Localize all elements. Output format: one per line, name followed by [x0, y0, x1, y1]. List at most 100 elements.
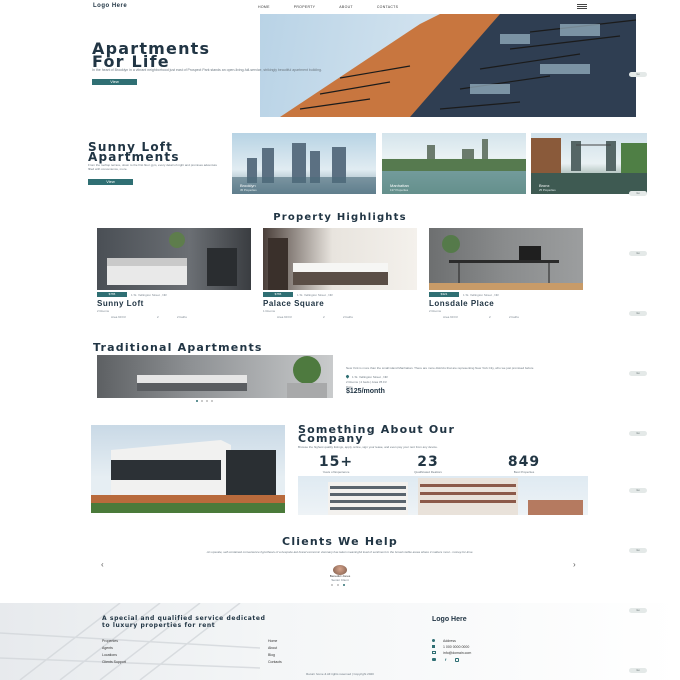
side-indicator[interactable]: Go — [629, 72, 647, 77]
side-indicator[interactable]: Go — [629, 668, 647, 673]
traditional-address: 1 St. Vellington Street , NR — [352, 375, 388, 379]
side-indicator[interactable]: Go — [629, 431, 647, 436]
instagram-icon[interactable] — [455, 657, 460, 662]
stat-realtors: 23 Qualificated Realtors — [398, 454, 458, 474]
company-building-image — [298, 476, 588, 515]
property-address: 1 St. Vellington Street , NR — [297, 293, 333, 297]
stat-label: Qualificated Realtors — [414, 470, 442, 474]
site-header: Logo Here HOME PROPERTY ABOUT CONTACTS — [0, 0, 680, 12]
about-title: Something About Our Company — [298, 424, 455, 444]
stat-number: 15+ — [318, 454, 354, 470]
side-indicator[interactable]: Go — [629, 311, 647, 316]
city-card-manhattan[interactable]: Manhattan 137 Properties — [382, 133, 526, 194]
side-indicator[interactable]: Go — [629, 488, 647, 493]
footer-link-home[interactable]: Home — [268, 638, 282, 645]
client-quote: An upscale, self-contained convenience h… — [206, 550, 474, 554]
location-icon — [345, 374, 350, 379]
prev-arrow-icon[interactable]: ‹ — [101, 560, 104, 569]
stat-experience: 15+ Years of Experience — [306, 454, 366, 474]
stat-label: Years of Experience — [322, 470, 350, 474]
city-card-brooklyn[interactable]: Brooklyn 45 Properties — [232, 133, 376, 194]
hero-text: In the heart of Brooklyn in a vibrant ne… — [92, 68, 322, 72]
menu-icon[interactable] — [577, 4, 587, 9]
footer-links-col2: Home About Blog Contacts — [268, 638, 282, 666]
property-baths: 2 baths — [177, 315, 187, 319]
company-image — [91, 425, 285, 513]
client-role: Senior Client — [331, 578, 349, 582]
property-name: Sunny Loft — [97, 299, 144, 308]
property-baths: 2 baths — [509, 315, 519, 319]
sunny-title: Sunny Loft Apartments — [88, 141, 180, 163]
footer-link-properties[interactable]: Properties — [102, 638, 126, 645]
footer-link-contacts[interactable]: Contacts — [268, 659, 282, 666]
next-arrow-icon[interactable]: › — [573, 560, 576, 569]
property-card[interactable]: $765 1 St. Vellington Street , NR Sunny … — [97, 228, 251, 320]
stat-number: 849 — [507, 454, 541, 470]
property-beds: 2 — [323, 315, 325, 319]
copyright: Return home & All rights reserved | Copy… — [306, 672, 374, 676]
main-nav: HOME PROPERTY ABOUT CONTACTS — [258, 5, 422, 9]
footer-contacts: Address 1 000 0000 0000 info@domain.com — [432, 638, 471, 656]
nav-home[interactable]: HOME — [258, 5, 270, 9]
city-count: 137 Properties — [390, 188, 409, 192]
price-badge: $765 — [263, 292, 293, 297]
property-card[interactable]: $321 1 St. Vellington Street , NR Lonsda… — [429, 228, 583, 320]
stat-number: 23 — [417, 454, 439, 470]
price-badge: $765 — [97, 292, 127, 297]
property-area: Area 90 Ft² — [277, 315, 293, 319]
footer-link-about[interactable]: About — [268, 645, 282, 652]
property-name: Palace Square — [263, 299, 325, 308]
facebook-icon[interactable]: f — [445, 657, 446, 662]
property-address: 1 St. Vellington Street , NR — [463, 293, 499, 297]
traditional-title: Traditional Apartments — [93, 341, 263, 354]
clients-title: Clients We Help — [282, 535, 398, 548]
property-name: Lonsdale Place — [429, 299, 495, 308]
footer-tagline-line2: to luxury properties for rent — [102, 622, 216, 629]
property-image — [263, 228, 417, 290]
traditional-dots[interactable] — [196, 400, 213, 402]
social-icons: f — [432, 657, 460, 662]
footer-link-blog[interactable]: Blog — [268, 652, 282, 659]
property-beds: 2 — [489, 315, 491, 319]
property-area: Area 90 Ft² — [443, 315, 459, 319]
side-indicator[interactable]: Go — [629, 191, 647, 196]
city-card-bronx[interactable]: Bronx 25 Properties — [531, 133, 647, 194]
city-count: 25 Properties — [539, 188, 556, 192]
clients-dots[interactable] — [331, 584, 345, 586]
property-baths: 2 baths — [343, 315, 353, 319]
phone-icon — [432, 645, 435, 648]
property-rooms: 1 Rooms — [263, 309, 276, 313]
property-rooms: 2 Rooms — [429, 309, 442, 313]
footer: A special and qualified service dedicate… — [0, 603, 680, 680]
side-indicator[interactable]: Go — [629, 548, 647, 553]
twitter-icon[interactable] — [432, 658, 436, 661]
side-indicator[interactable]: Go — [629, 251, 647, 256]
stat-label: Best Properties — [513, 470, 535, 474]
footer-email[interactable]: info@domain.com — [432, 650, 471, 656]
property-image — [429, 228, 583, 290]
side-indicator[interactable]: Go — [629, 371, 647, 376]
footer-link-agents[interactable]: Agents — [102, 645, 126, 652]
mail-icon — [432, 651, 436, 654]
traditional-text: New York is more than the small island M… — [346, 366, 534, 370]
stat-properties: 849 Best Properties — [494, 454, 554, 474]
footer-link-locations[interactable]: Locations — [102, 652, 126, 659]
footer-link-support[interactable]: Clients Support — [102, 659, 126, 666]
sunny-view-button[interactable]: View — [88, 179, 133, 185]
nav-about[interactable]: ABOUT — [339, 5, 353, 9]
hero-view-button[interactable]: View — [92, 79, 137, 85]
city-count: 45 Properties — [240, 188, 257, 192]
sunny-text: From the rooftop terrace, down to the fi… — [88, 163, 218, 171]
traditional-details: 2 Rooms | 2 beds | Area 35 Ft² — [346, 380, 387, 384]
nav-property[interactable]: PROPERTY — [294, 5, 316, 9]
property-card[interactable]: $765 1 St. Vellington Street , NR Palace… — [263, 228, 417, 320]
property-rooms: 2 Rooms — [97, 309, 110, 313]
about-text: Browse the highest quality listings, app… — [298, 445, 438, 449]
nav-contacts[interactable]: CONTACTS — [377, 5, 398, 9]
logo[interactable]: Logo Here — [93, 3, 127, 9]
traditional-image — [97, 355, 333, 398]
footer-logo[interactable]: Logo Here — [432, 616, 467, 623]
property-beds: 2 — [157, 315, 159, 319]
side-indicator[interactable]: Go — [629, 608, 647, 613]
footer-tagline-line1: A special and qualified service dedicate… — [102, 615, 266, 622]
